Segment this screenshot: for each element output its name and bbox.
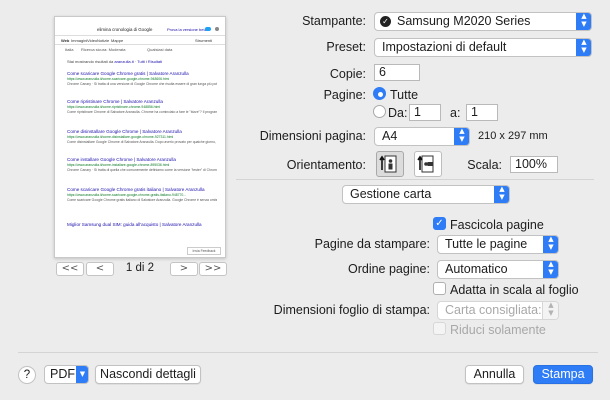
- preview-result-snippet: Come scaricare Google Chrome gratis ital…: [67, 198, 217, 202]
- pages-all-label: Tutte: [390, 88, 419, 102]
- preview-account-link: Prova la versione beta: [167, 27, 207, 32]
- paper-size-label: Dimensioni pagina:: [259, 129, 366, 143]
- pages-to-input[interactable]: 1: [466, 104, 498, 121]
- chevron-updown-icon: ▲ ▼: [543, 236, 558, 253]
- section-select[interactable]: Gestione carta ▲ ▼: [342, 185, 510, 204]
- pdf-menu-button[interactable]: PDF ▼: [44, 365, 89, 384]
- chevron-updown-icon: ▲ ▼: [454, 128, 469, 145]
- preset-label: Preset:: [326, 40, 366, 54]
- print-button[interactable]: Stampa: [533, 365, 593, 384]
- pages-from-input[interactable]: 1: [409, 104, 441, 121]
- preview-tab-maps: Mappe: [111, 38, 124, 43]
- preview-filter-safe: Ricerca sicura: Moderata: [81, 47, 126, 52]
- preview-search-query: elimina cronologia di Google: [97, 27, 153, 32]
- landscape-icon: [417, 155, 434, 173]
- pages-from-label: Da:: [388, 106, 408, 120]
- preview-tab-web: Web: [61, 38, 70, 43]
- printer-label: Stampante:: [302, 14, 366, 28]
- preview-result-snippet: Chrome Canary · Si tratta di una version…: [67, 82, 217, 86]
- next-page-button[interactable]: >: [170, 262, 198, 276]
- portrait-icon: [379, 155, 397, 173]
- pages-to-print-label: Pagine da stampare:: [314, 237, 430, 251]
- pages-label: Pagine:: [323, 88, 366, 102]
- preview-result-title: Come installare Google Chrome | Salvator…: [67, 157, 176, 162]
- last-page-button[interactable]: >>: [199, 262, 227, 276]
- chevron-updown-icon: ▲ ▼: [576, 39, 591, 56]
- pages-to-print-select[interactable]: Tutte le pagine ▲ ▼: [437, 235, 559, 254]
- scale-down-only-label: Riduci solamente: [450, 323, 546, 337]
- preview-tools: Strumenti: [195, 38, 213, 43]
- printer-status-icon: ✓: [380, 16, 391, 27]
- orientation-portrait-button[interactable]: [376, 151, 404, 177]
- footer-divider: [18, 352, 598, 353]
- print-preview: elimina cronologia di Google Prova la ve…: [54, 16, 226, 258]
- preset-value: Impostazioni di default: [382, 40, 507, 54]
- pages-range-radio[interactable]: [373, 105, 386, 118]
- section-value: Gestione carta: [350, 187, 432, 201]
- first-page-button[interactable]: <<: [56, 262, 84, 276]
- preview-result-title: Come ripristinare Chrome | Salvatore Ara…: [67, 99, 163, 104]
- paper-dimensions: 210 x 297 mm: [478, 130, 548, 142]
- preview-result-snippet: Chrome Canary · Si tratta di quella che …: [67, 168, 217, 172]
- printer-select[interactable]: ✓ Samsung M2020 Series ▲ ▼: [374, 12, 592, 31]
- collate-checkbox[interactable]: ✓: [433, 217, 446, 230]
- prev-page-button[interactable]: <: [86, 262, 114, 276]
- chevron-down-icon: ▼: [76, 366, 88, 383]
- orientation-label: Orientamento:: [286, 158, 366, 172]
- chevron-updown-icon: ▲ ▼: [494, 186, 509, 203]
- chevron-updown-icon: ▲ ▼: [576, 13, 591, 30]
- page-order-label: Ordine pagine:: [347, 262, 430, 276]
- help-button[interactable]: ?: [18, 366, 36, 384]
- preview-result-snippet: Come ripristinare Chrome di Salvatore Ar…: [67, 110, 217, 114]
- preview-filter-date: Qualsiasi data: [147, 47, 173, 52]
- hide-details-button[interactable]: Nascondi dettagli: [95, 365, 201, 384]
- scale-down-only-checkbox[interactable]: [433, 322, 446, 335]
- preview-filter-country: Italia: [65, 47, 74, 52]
- scale-label: Scala:: [467, 158, 502, 172]
- pages-all-radio[interactable]: [373, 87, 386, 100]
- collate-label: Fascicola pagine: [450, 218, 544, 232]
- page-order-value: Automatico: [445, 262, 508, 276]
- preview-tab-news: Notizie: [97, 38, 110, 43]
- preset-select[interactable]: Impostazioni di default ▲ ▼: [374, 38, 592, 57]
- paper-size-select[interactable]: A4 ▲ ▼: [374, 127, 470, 146]
- scale-input[interactable]: 100%: [510, 156, 558, 173]
- preview-twitter-icon: [205, 27, 211, 31]
- preview-grid-icon: [215, 27, 219, 31]
- section-divider: [236, 179, 594, 180]
- pdf-label: PDF: [50, 367, 75, 381]
- paper-sheet-size-select[interactable]: Carta consigliata: A4 ▲ ▼: [437, 301, 559, 320]
- pages-to-print-value: Tutte le pagine: [445, 237, 528, 251]
- page-status: 1 di 2: [125, 262, 155, 274]
- preview-result-title: Come disinstallare Google Chrome | Salva…: [67, 129, 182, 134]
- preview-feedback: Invia Feedback: [187, 247, 221, 255]
- copies-label: Copie:: [329, 67, 366, 81]
- paper-sheet-size-label: Dimensioni foglio di stampa:: [273, 303, 430, 317]
- orientation-landscape-button[interactable]: [414, 151, 442, 177]
- paper-size-value: A4: [382, 129, 398, 143]
- preview-tab-images: Immagini: [71, 38, 88, 43]
- preview-result-snippet: Come disinstallare Google Chrome di Salv…: [67, 140, 217, 144]
- chevron-updown-icon: ▲ ▼: [543, 261, 558, 278]
- cancel-button[interactable]: Annulla: [465, 365, 524, 384]
- preview-result-title: Miglior Samsung dual SIM: guida all'acqu…: [67, 222, 202, 227]
- pages-to-label: a:: [450, 106, 461, 120]
- chevron-updown-icon: ▲ ▼: [542, 302, 558, 319]
- preview-tab-video: Video: [87, 38, 98, 43]
- preview-result-count: Stai mostrando risultati da aranzulla.it…: [67, 59, 163, 64]
- page-order-select[interactable]: Automatico ▲ ▼: [437, 260, 559, 279]
- preview-result-title: Come scaricare Google Chrome gratis ital…: [67, 187, 205, 192]
- fit-to-paper-checkbox[interactable]: [433, 282, 446, 295]
- copies-input[interactable]: 6: [374, 64, 420, 81]
- printer-value: Samsung M2020 Series: [397, 14, 531, 28]
- preview-result-title: Come scaricare Google Chrome gratis | Sa…: [67, 71, 189, 76]
- fit-to-paper-label: Adatta in scala al foglio: [450, 283, 579, 297]
